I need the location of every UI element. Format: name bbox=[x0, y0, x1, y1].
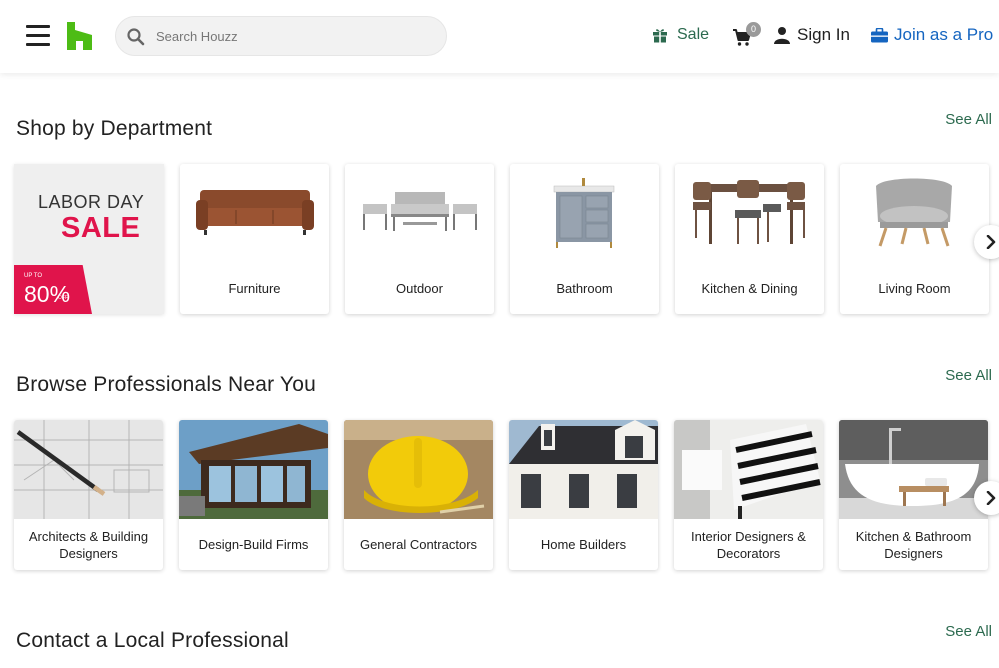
join-as-pro-link[interactable]: Join as a Pro bbox=[871, 25, 993, 45]
pro-card-design-build[interactable]: Design-Build Firms bbox=[179, 420, 328, 570]
top-header: Sale 0 Sign In Join as a Pro bbox=[0, 0, 999, 73]
patio-set-icon bbox=[345, 164, 494, 263]
pro-card-general-contractors[interactable]: General Contractors bbox=[344, 420, 493, 570]
pro-label: Design-Build Firms bbox=[198, 537, 309, 552]
professionals-see-all-link[interactable]: See All bbox=[945, 367, 992, 384]
armchair-icon bbox=[840, 164, 989, 263]
department-card-bathroom[interactable]: Bathroom bbox=[510, 164, 659, 314]
pro-card-interior-designers[interactable]: Interior Designers & Decorators bbox=[674, 420, 823, 570]
join-as-pro-label: Join as a Pro bbox=[894, 25, 994, 44]
pro-label: Interior Designers & Decorators bbox=[691, 528, 806, 561]
vanity-icon bbox=[510, 164, 659, 263]
discount-badge: UP TO 80% OFF bbox=[14, 265, 92, 314]
department-card-living-room[interactable]: Living Room bbox=[840, 164, 989, 314]
hard-hat-icon bbox=[344, 420, 493, 519]
sale-label: Sale bbox=[677, 26, 710, 43]
briefcase-icon bbox=[871, 27, 888, 42]
cart-button[interactable]: 0 bbox=[732, 22, 762, 50]
chevron-right-icon bbox=[986, 235, 996, 249]
pro-card-kitchen-bathroom[interactable]: Kitchen & Bathroom Designers bbox=[839, 420, 988, 570]
department-label: Bathroom bbox=[556, 281, 613, 296]
striped-chair-icon bbox=[674, 420, 823, 519]
contact-professional-title: Contact a Local Professional bbox=[16, 629, 289, 652]
department-label: Furniture bbox=[228, 281, 281, 296]
department-card-outdoor[interactable]: Outdoor bbox=[345, 164, 494, 314]
sign-in-label: Sign In bbox=[797, 25, 850, 44]
menu-icon[interactable] bbox=[26, 25, 50, 47]
search-icon bbox=[127, 28, 145, 46]
pro-label: Kitchen & Bathroom Designers bbox=[855, 528, 972, 561]
gift-icon bbox=[653, 29, 667, 43]
pro-label: Architects & Building Designers bbox=[28, 528, 149, 561]
sale-link[interactable]: Sale bbox=[652, 26, 709, 44]
browse-professionals-title: Browse Professionals Near You bbox=[16, 373, 316, 396]
search-bar bbox=[115, 16, 447, 56]
pro-card-architects[interactable]: Architects & Building Designers bbox=[14, 420, 163, 570]
department-label: Kitchen & Dining bbox=[701, 281, 798, 296]
contact-see-all-link[interactable]: See All bbox=[945, 623, 992, 640]
department-label: Living Room bbox=[878, 281, 951, 296]
promo-line-1: LABOR DAY bbox=[38, 192, 145, 212]
cart-count-badge: 0 bbox=[746, 22, 761, 37]
search-input[interactable] bbox=[156, 17, 436, 55]
dining-set-icon bbox=[675, 164, 824, 263]
badge-off: OFF bbox=[58, 295, 68, 301]
modern-house-icon bbox=[179, 420, 328, 519]
sofa-icon bbox=[180, 164, 329, 263]
pro-label: General Contractors bbox=[359, 537, 478, 552]
department-label: Outdoor bbox=[396, 281, 443, 296]
labor-day-sale-promo[interactable]: LABOR DAY SALE UP TO 80% OFF bbox=[14, 164, 164, 314]
house-facade-icon bbox=[509, 420, 658, 519]
bathtub-icon bbox=[839, 420, 988, 519]
sign-in-link[interactable]: Sign In bbox=[773, 25, 850, 45]
chevron-right-icon bbox=[986, 491, 996, 505]
user-icon bbox=[774, 27, 790, 44]
houzz-logo[interactable] bbox=[67, 22, 92, 50]
pro-label: Home Builders bbox=[540, 537, 627, 552]
department-card-kitchen-dining[interactable]: Kitchen & Dining bbox=[675, 164, 824, 314]
promo-line-2: SALE bbox=[61, 212, 141, 244]
pro-card-home-builders[interactable]: Home Builders bbox=[509, 420, 658, 570]
badge-upto: UP TO bbox=[24, 273, 43, 279]
departments-see-all-link[interactable]: See All bbox=[945, 111, 992, 128]
shop-by-department-title: Shop by Department bbox=[16, 117, 213, 140]
department-card-furniture[interactable]: Furniture bbox=[180, 164, 329, 314]
blueprint-pencil-icon bbox=[14, 420, 163, 519]
